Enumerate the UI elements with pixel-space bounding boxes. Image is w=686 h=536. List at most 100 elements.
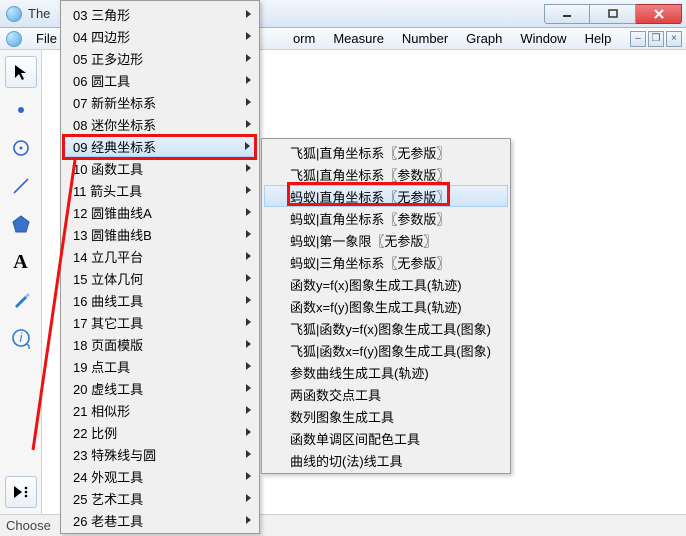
menu-item-23[interactable]: 23 特殊线与圆 <box>63 443 257 465</box>
menu-help[interactable]: Help <box>577 29 620 48</box>
maximize-button[interactable] <box>590 4 636 24</box>
submenu-arrow-icon <box>246 186 251 194</box>
submenu-arrow-icon <box>246 318 251 326</box>
submenu-item-13[interactable]: 函数单调区间配色工具 <box>264 427 508 449</box>
submenu-arrow-icon <box>246 296 251 304</box>
submenu-item-5[interactable]: 蚂蚁|三角坐标系〖无参版〗 <box>264 251 508 273</box>
menu-graph[interactable]: Graph <box>458 29 510 48</box>
menu-item-03[interactable]: 03 三角形 <box>63 3 257 25</box>
app-icon <box>6 6 22 22</box>
close-button[interactable] <box>636 4 682 24</box>
submenu-arrow-icon <box>246 120 251 128</box>
submenu-arrow-icon <box>246 230 251 238</box>
submenu-arrow-icon <box>246 76 251 84</box>
menu-item-label: 16 曲线工具 <box>73 291 143 310</box>
menu-item-13[interactable]: 13 圆锥曲线B <box>63 223 257 245</box>
app-icon-small <box>6 31 22 47</box>
menu-item-17[interactable]: 17 其它工具 <box>63 311 257 333</box>
submenu-item-4[interactable]: 蚂蚁|第一象限〖无参版〗 <box>264 229 508 251</box>
submenu-arrow-icon <box>246 32 251 40</box>
submenu-item-label: 蚂蚁|直角坐标系〖参数版〗 <box>290 209 449 228</box>
menu-item-label: 18 页面模版 <box>73 335 143 354</box>
minimize-button[interactable] <box>544 4 590 24</box>
circle-tool[interactable] <box>5 132 37 164</box>
menu-orm[interactable]: orm <box>285 29 323 48</box>
line-tool[interactable] <box>5 170 37 202</box>
menu-measure[interactable]: Measure <box>325 29 392 48</box>
submenu-arrow-icon <box>246 494 251 502</box>
menu-item-label: 24 外观工具 <box>73 467 143 486</box>
menu-item-11[interactable]: 11 箭头工具 <box>63 179 257 201</box>
menu-window[interactable]: Window <box>512 29 574 48</box>
custom-tool[interactable] <box>5 476 37 508</box>
menu-item-label: 20 虚线工具 <box>73 379 143 398</box>
point-tool[interactable] <box>5 94 37 126</box>
menu-number[interactable]: Number <box>394 29 456 48</box>
menu-item-24[interactable]: 24 外观工具 <box>63 465 257 487</box>
menu-item-label: 12 圆锥曲线A <box>73 203 152 222</box>
menu-item-label: 25 艺术工具 <box>73 489 143 508</box>
menu-item-08[interactable]: 08 迷你坐标系 <box>63 113 257 135</box>
menu-item-21[interactable]: 21 相似形 <box>63 399 257 421</box>
menu-item-09[interactable]: 09 经典坐标系 <box>63 135 257 157</box>
menu-item-22[interactable]: 22 比例 <box>63 421 257 443</box>
menu-item-label: 07 新新坐标系 <box>73 93 156 112</box>
submenu-item-10[interactable]: 参数曲线生成工具(轨迹) <box>264 361 508 383</box>
menu-item-label: 05 正多边形 <box>73 49 143 68</box>
doc-minimize-icon[interactable]: ‒ <box>630 31 646 47</box>
menu-item-19[interactable]: 19 点工具 <box>63 355 257 377</box>
svg-text:i: i <box>19 330 23 345</box>
menu-item-20[interactable]: 20 虚线工具 <box>63 377 257 399</box>
marker-tool[interactable] <box>5 284 37 316</box>
menu-item-12[interactable]: 12 圆锥曲线A <box>63 201 257 223</box>
menu-item-07[interactable]: 07 新新坐标系 <box>63 91 257 113</box>
window-buttons <box>544 4 682 24</box>
menu-item-26[interactable]: 26 老巷工具 <box>63 509 257 531</box>
submenu-item-label: 函数y=f(x)图象生成工具(轨迹) <box>290 275 462 294</box>
submenu-item-2[interactable]: 蚂蚁|直角坐标系〖无参版〗 <box>264 185 508 207</box>
submenu-arrow-icon <box>246 164 251 172</box>
menu-item-06[interactable]: 06 圆工具 <box>63 69 257 91</box>
menu-item-16[interactable]: 16 曲线工具 <box>63 289 257 311</box>
menu-item-label: 26 老巷工具 <box>73 511 143 530</box>
submenu-item-11[interactable]: 两函数交点工具 <box>264 383 508 405</box>
submenu-item-3[interactable]: 蚂蚁|直角坐标系〖参数版〗 <box>264 207 508 229</box>
submenu-item-7[interactable]: 函数x=f(y)图象生成工具(轨迹) <box>264 295 508 317</box>
menu-item-04[interactable]: 04 四边形 <box>63 25 257 47</box>
menu-item-05[interactable]: 05 正多边形 <box>63 47 257 69</box>
submenu-arrow-icon <box>246 98 251 106</box>
status-text: Choose <box>6 518 51 533</box>
menu-item-25[interactable]: 25 艺术工具 <box>63 487 257 509</box>
submenu-arrow-icon <box>246 472 251 480</box>
menu-item-label: 13 圆锥曲线B <box>73 225 152 244</box>
menu-item-10[interactable]: 10 函数工具 <box>63 157 257 179</box>
menu-item-14[interactable]: 14 立几平台 <box>63 245 257 267</box>
submenu-arrow-icon <box>245 142 250 150</box>
menu-item-15[interactable]: 15 立体几何 <box>63 267 257 289</box>
submenu-item-1[interactable]: 飞狐|直角坐标系〖参数版〗 <box>264 163 508 185</box>
submenu-arrow-icon <box>246 516 251 524</box>
info-tool[interactable]: i <box>5 322 37 354</box>
submenu-arrow-icon <box>246 384 251 392</box>
submenu-item-8[interactable]: 飞狐|函数y=f(x)图象生成工具(图象) <box>264 317 508 339</box>
arrow-tool[interactable] <box>5 56 37 88</box>
tool-palette: A i <box>0 50 42 514</box>
submenu-item-label: 蚂蚁|直角坐标系〖无参版〗 <box>290 187 449 206</box>
submenu-item-14[interactable]: 曲线的切(法)线工具 <box>264 449 508 471</box>
submenu-item-label: 飞狐|直角坐标系〖参数版〗 <box>290 165 449 184</box>
submenu-item-0[interactable]: 飞狐|直角坐标系〖无参版〗 <box>264 141 508 163</box>
submenu-item-label: 两函数交点工具 <box>290 385 381 404</box>
submenu-item-6[interactable]: 函数y=f(x)图象生成工具(轨迹) <box>264 273 508 295</box>
submenu-item-12[interactable]: 数列图象生成工具 <box>264 405 508 427</box>
text-tool[interactable]: A <box>5 246 37 278</box>
submenu-item-9[interactable]: 飞狐|函数x=f(y)图象生成工具(图象) <box>264 339 508 361</box>
polygon-tool[interactable] <box>5 208 37 240</box>
submenu-item-label: 数列图象生成工具 <box>290 407 394 426</box>
menu-item-label: 19 点工具 <box>73 357 130 376</box>
submenu-arrow-icon <box>246 406 251 414</box>
submenu-item-label: 蚂蚁|第一象限〖无参版〗 <box>290 231 436 250</box>
menu-item-label: 06 圆工具 <box>73 71 130 90</box>
menu-item-18[interactable]: 18 页面模版 <box>63 333 257 355</box>
doc-restore-icon[interactable]: ❐ <box>648 31 664 47</box>
doc-close-icon[interactable]: × <box>666 31 682 47</box>
